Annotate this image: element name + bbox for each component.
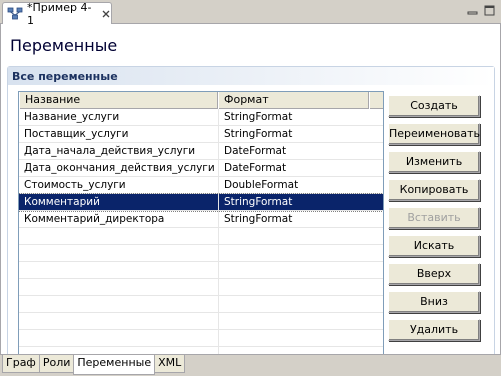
button-column: Создать Переименовать Изменить Копировать Вс… <box>388 95 480 347</box>
empty-table-row <box>19 245 383 262</box>
search-button[interactable]: Искать <box>388 235 480 257</box>
maximize-icon[interactable] <box>484 5 495 16</box>
table-row[interactable]: Поставщик_услуги StringFormat <box>19 126 383 143</box>
bottom-tab[interactable]: Переменные <box>73 355 156 375</box>
empty-cell <box>219 296 369 313</box>
variable-format-cell[interactable]: DoubleFormat <box>219 177 369 194</box>
variable-name-cell[interactable]: Поставщик_услуги <box>19 126 219 143</box>
variable-format-cell[interactable]: StringFormat <box>219 194 369 211</box>
empty-cell <box>219 262 369 279</box>
empty-cell <box>19 330 219 347</box>
variable-name-cell[interactable]: Название_услуги <box>19 109 219 126</box>
variable-name-cell[interactable]: Комментарий <box>19 194 219 211</box>
empty-cell <box>219 313 369 330</box>
empty-cell <box>219 245 369 262</box>
editor-content: Переменные Все переменные Название Форма… <box>0 24 501 374</box>
variable-name-cell[interactable]: Стоимость_услуги <box>19 177 219 194</box>
table-row[interactable]: Комментарий_директора StringFormat <box>19 211 383 228</box>
close-icon[interactable] <box>101 9 111 19</box>
window-controls <box>467 5 495 16</box>
table-row[interactable]: Комментарий StringFormat <box>19 193 383 212</box>
empty-cell <box>219 228 369 245</box>
empty-cell <box>19 228 219 245</box>
empty-table-row <box>19 330 383 347</box>
column-header-filler <box>369 92 383 109</box>
move-up-button[interactable]: Вверх <box>388 263 480 285</box>
empty-table-row <box>19 228 383 245</box>
empty-table-row <box>19 296 383 313</box>
variable-name-cell[interactable]: Комментарий_директора <box>19 211 219 228</box>
create-button[interactable]: Создать <box>388 95 480 117</box>
empty-cell <box>219 279 369 296</box>
editor-tab[interactable]: *Пример 4-1 <box>2 1 112 27</box>
bottom-tab[interactable]: Роли <box>38 355 75 373</box>
table-row[interactable]: Название_услуги StringFormat <box>19 109 383 126</box>
variable-format-cell[interactable]: StringFormat <box>219 211 369 228</box>
page-title: Переменные <box>10 36 118 55</box>
empty-cell <box>19 296 219 313</box>
section-title: Все переменные <box>8 67 494 85</box>
table-row[interactable]: Дата_начала_действия_услуги DateFormat <box>19 143 383 160</box>
process-icon <box>7 7 23 21</box>
empty-table-row <box>19 279 383 296</box>
variable-format-cell[interactable]: StringFormat <box>219 126 369 143</box>
table-header: Название Формат <box>19 92 383 109</box>
empty-cell <box>19 262 219 279</box>
variable-format-cell[interactable]: DateFormat <box>219 160 369 177</box>
variables-section: Все переменные Название Формат Название_… <box>7 66 495 374</box>
rename-button[interactable]: Переименовать <box>388 123 480 145</box>
empty-table-row <box>19 262 383 279</box>
bottom-tab[interactable]: Граф <box>2 355 40 373</box>
editor-tab-bar: *Пример 4-1 <box>0 0 501 27</box>
table-row[interactable]: Стоимость_услуги DoubleFormat <box>19 177 383 194</box>
empty-cell <box>19 313 219 330</box>
variable-name-cell[interactable]: Дата_окончания_действия_услуги <box>19 160 219 177</box>
empty-table-row <box>19 313 383 330</box>
variable-name-cell[interactable]: Дата_начала_действия_услуги <box>19 143 219 160</box>
bottom-tab[interactable]: XML <box>154 355 186 373</box>
variables-table: Название Формат Название_услуги StringFor… <box>18 91 384 371</box>
empty-cell <box>19 245 219 262</box>
variable-format-cell[interactable]: DateFormat <box>219 143 369 160</box>
move-down-button[interactable]: Вниз <box>388 291 480 313</box>
table-body: Название_услуги StringFormat Поставщик_усл… <box>19 109 383 364</box>
minimize-icon[interactable] <box>467 5 478 16</box>
delete-button[interactable]: Удалить <box>388 319 480 341</box>
column-header-format[interactable]: Формат <box>218 92 369 109</box>
variable-format-cell[interactable]: StringFormat <box>219 109 369 126</box>
bottom-tab-bar: Граф Роли Переменные XML <box>0 354 501 376</box>
table-row[interactable]: Дата_окончания_действия_услуги DateFormat <box>19 160 383 177</box>
paste-button[interactable]: Вставить <box>388 207 480 229</box>
empty-cell <box>219 330 369 347</box>
column-header-name[interactable]: Название <box>19 92 218 109</box>
edit-button[interactable]: Изменить <box>388 151 480 173</box>
copy-button[interactable]: Копировать <box>388 179 480 201</box>
empty-cell <box>19 279 219 296</box>
